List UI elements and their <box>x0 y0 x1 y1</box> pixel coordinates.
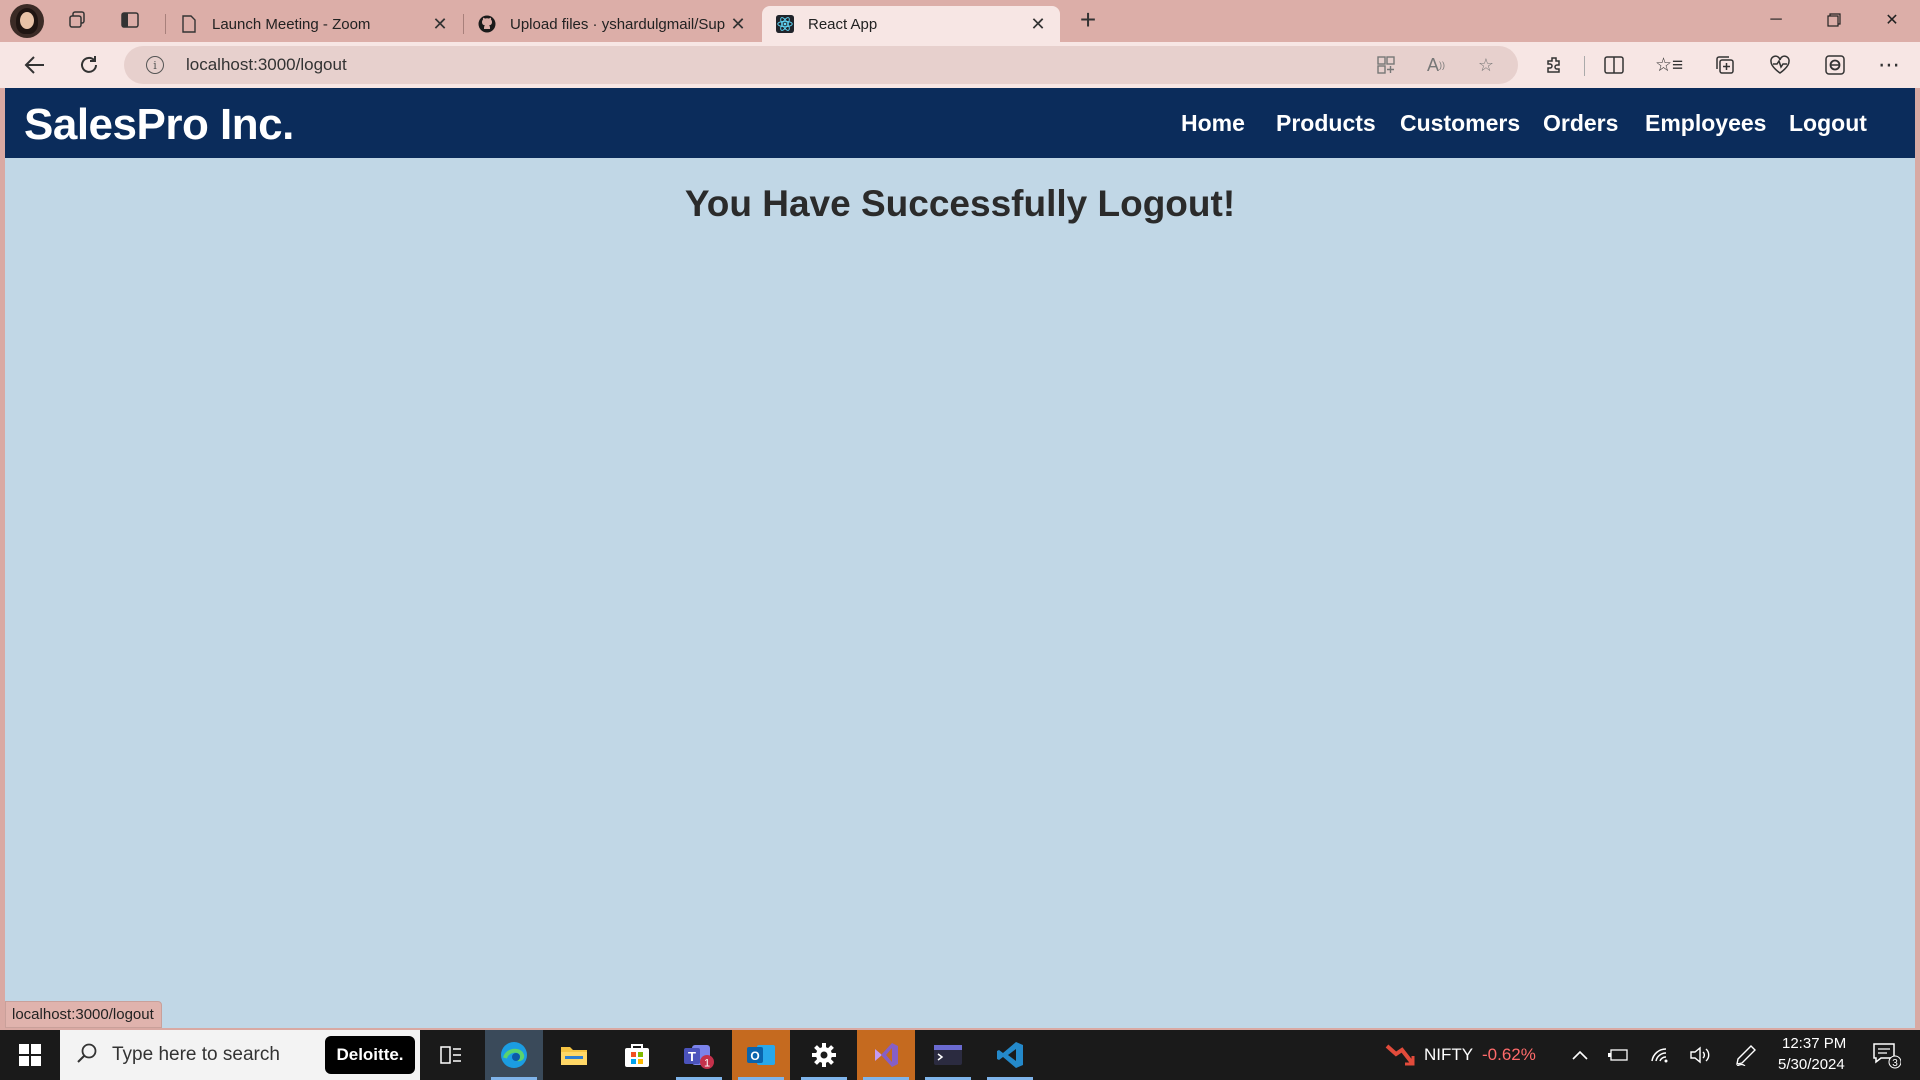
logout-message: You Have Successfully Logout! <box>684 183 1236 224</box>
restore-icon[interactable] <box>1806 0 1862 40</box>
task-view-icon[interactable] <box>422 1030 480 1080</box>
brand-logo[interactable]: SalesPro Inc. <box>24 100 294 150</box>
avatar-face <box>20 12 34 29</box>
search-icon <box>76 1042 98 1069</box>
edge-taskbar-icon[interactable] <box>485 1030 543 1080</box>
nav-customers[interactable]: Customers <box>1400 110 1520 137</box>
url-text[interactable]: localhost:3000/logout <box>186 55 347 75</box>
back-icon[interactable] <box>18 50 52 80</box>
vscode-icon[interactable] <box>981 1030 1039 1080</box>
profile-avatar[interactable] <box>10 4 44 38</box>
address-bar-row: i localhost:3000/logout A)) ☆ ☆≡ ⋯ <box>0 42 1920 88</box>
status-bar-url: localhost:3000/logout <box>5 1001 162 1028</box>
microsoft-store-icon[interactable] <box>608 1030 666 1080</box>
github-icon <box>478 15 496 33</box>
tab-title: React App <box>808 15 878 33</box>
svg-text:O: O <box>750 1049 759 1063</box>
nav-logout[interactable]: Logout <box>1789 110 1867 137</box>
deloitte-badge[interactable]: Deloitte. <box>325 1036 415 1074</box>
more-options-icon[interactable]: ⋯ <box>1872 50 1906 80</box>
volume-icon[interactable] <box>1687 1030 1713 1080</box>
clock-time[interactable]: 12:37 PM <box>1782 1035 1846 1052</box>
stock-chart-icon[interactable] <box>1382 1030 1418 1080</box>
browser-essentials-icon[interactable] <box>1763 50 1797 80</box>
file-explorer-icon[interactable] <box>545 1030 603 1080</box>
visual-studio-icon[interactable] <box>857 1030 915 1080</box>
nav-orders[interactable]: Orders <box>1543 110 1618 137</box>
new-tab-icon[interactable]: + <box>1071 4 1105 35</box>
teams-badge-count: 1 <box>704 1058 710 1070</box>
close-tab-icon[interactable]: ✕ <box>1026 12 1050 36</box>
nav-employees[interactable]: Employees <box>1645 110 1766 137</box>
nifty-label[interactable]: NIFTY <box>1424 1045 1473 1065</box>
close-tab-icon[interactable]: ✕ <box>428 12 452 36</box>
read-aloud-icon[interactable]: A)) <box>1424 54 1448 76</box>
windows-taskbar: Type here to search Deloitte. T1 O NIFTY… <box>0 1030 1920 1080</box>
settings-gear-icon[interactable] <box>795 1030 853 1080</box>
split-screen-icon[interactable] <box>1597 50 1631 80</box>
notification-count: 3 <box>1892 1058 1898 1069</box>
favorites-icon[interactable]: ☆≡ <box>1652 50 1686 80</box>
minimize-icon[interactable]: ─ <box>1748 0 1804 40</box>
taskbar-search[interactable]: Type here to search Deloitte. <box>60 1030 420 1080</box>
browser-tab-strip: Launch Meeting - Zoom ✕ Upload files · y… <box>0 0 1920 42</box>
toolbar-separator <box>1584 56 1585 76</box>
pen-icon[interactable] <box>1733 1030 1759 1080</box>
app-available-icon[interactable] <box>1374 54 1398 76</box>
teams-icon[interactable]: T1 <box>670 1030 728 1080</box>
nav-products[interactable]: Products <box>1276 110 1376 137</box>
edge-sidebar-icon[interactable] <box>1818 50 1852 80</box>
nav-home[interactable]: Home <box>1181 110 1245 137</box>
tab-title: Upload files · yshardulgmail/Sup <box>510 15 726 33</box>
favorite-star-icon[interactable]: ☆ <box>1474 54 1498 76</box>
clock-date[interactable]: 5/30/2024 <box>1778 1056 1845 1073</box>
svg-text:T: T <box>688 1049 696 1064</box>
extensions-icon[interactable] <box>1538 50 1572 80</box>
tab-title: Launch Meeting - Zoom <box>212 15 371 33</box>
nifty-change[interactable]: -0.62% <box>1482 1045 1536 1065</box>
collections-icon[interactable] <box>1708 50 1742 80</box>
outlook-icon[interactable]: O <box>732 1030 790 1080</box>
start-windows-icon[interactable] <box>0 1030 60 1080</box>
react-icon <box>776 15 794 33</box>
site-info-icon[interactable]: i <box>146 56 164 74</box>
omnibox[interactable]: i localhost:3000/logout A)) ☆ <box>124 46 1518 84</box>
terminal-icon[interactable] <box>919 1030 977 1080</box>
wifi-icon[interactable] <box>1648 1030 1672 1080</box>
battery-icon[interactable] <box>1606 1030 1630 1080</box>
vertical-tabs-icon[interactable] <box>113 5 147 35</box>
search-placeholder: Type here to search <box>112 1044 280 1065</box>
tab-github[interactable]: Upload files · yshardulgmail/Sup ✕ <box>464 6 760 42</box>
tab-react-app[interactable]: React App ✕ <box>762 6 1060 42</box>
chevron-up-icon[interactable] <box>1568 1030 1592 1080</box>
page-icon <box>180 15 198 33</box>
refresh-icon[interactable] <box>72 50 106 80</box>
close-tab-icon[interactable]: ✕ <box>726 12 750 36</box>
notifications-icon[interactable]: 3 <box>1866 1030 1906 1080</box>
tab-zoom[interactable]: Launch Meeting - Zoom ✕ <box>166 6 462 42</box>
page-viewport: SalesPro Inc. Home Products Customers Or… <box>5 88 1915 1028</box>
workspaces-icon[interactable] <box>60 5 94 35</box>
app-navbar: SalesPro Inc. Home Products Customers Or… <box>5 88 1915 158</box>
close-window-icon[interactable]: ✕ <box>1864 0 1920 40</box>
